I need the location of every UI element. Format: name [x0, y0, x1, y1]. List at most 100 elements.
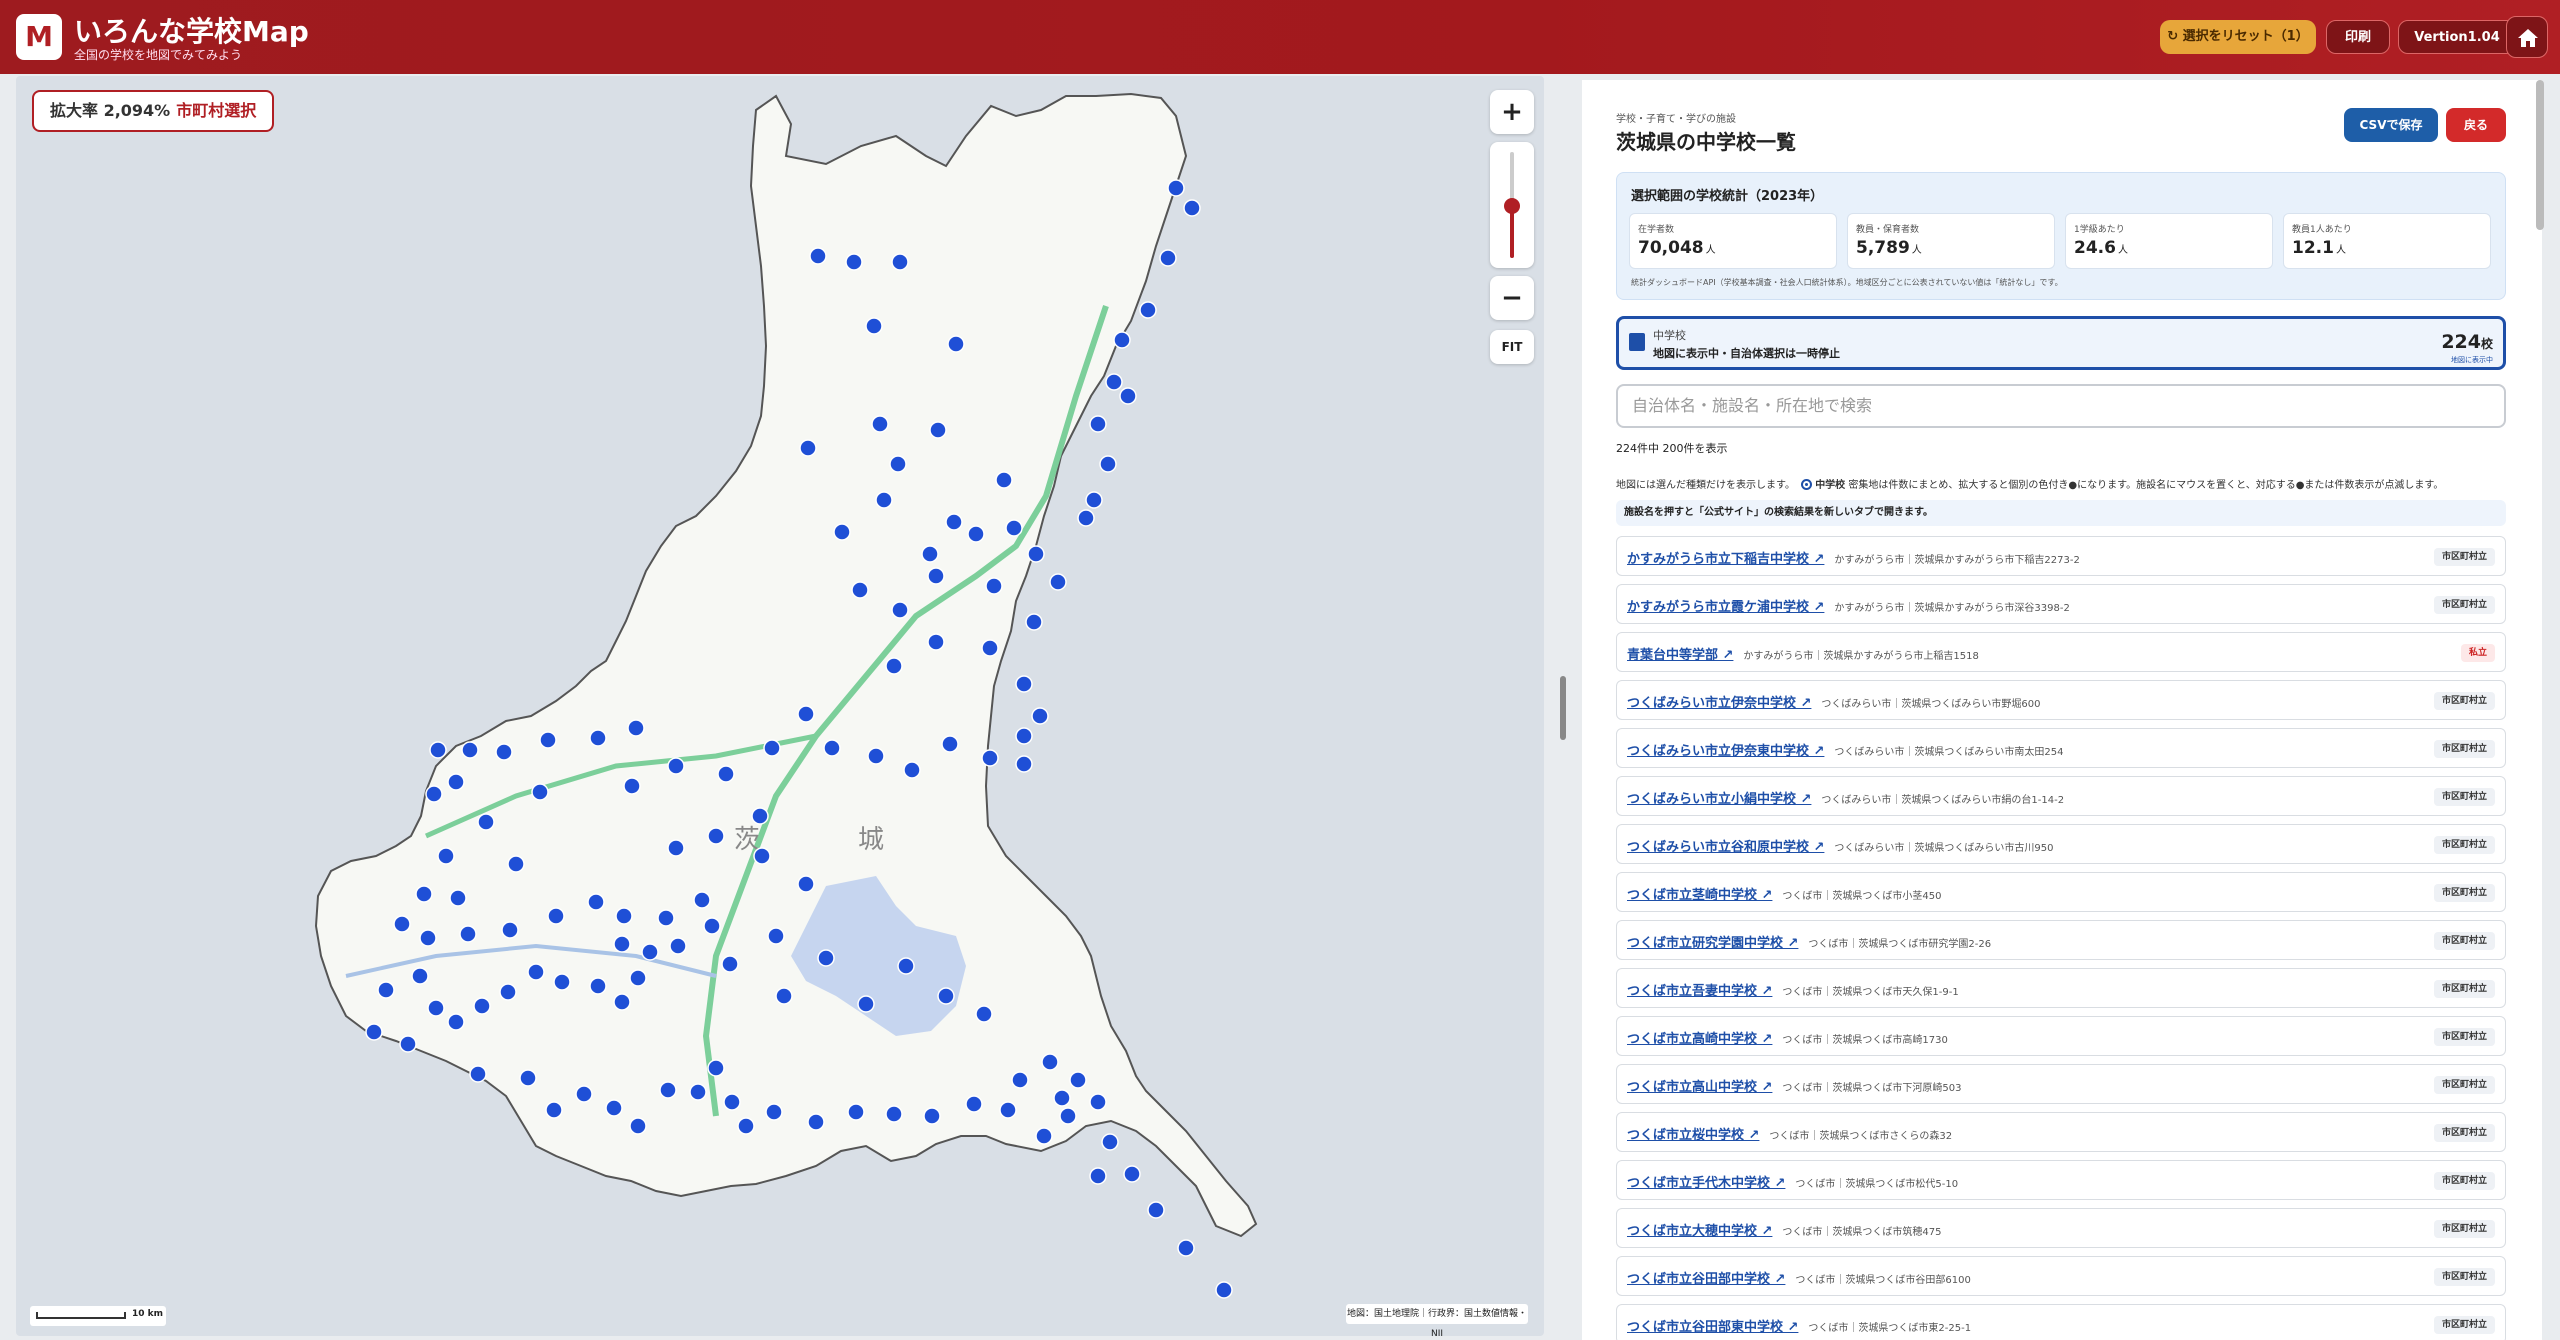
school-marker[interactable]	[469, 1065, 487, 1083]
list-item[interactable]: つくばみらい市立伊奈中学校 ↗ つくばみらい市｜茨城県つくばみらい市野堀600 市区…	[1616, 680, 2506, 720]
school-name-link[interactable]: つくば市立手代木中学校 ↗ つくば市｜茨城県つくば市松代5-10	[1627, 1172, 1958, 1191]
radio-icon[interactable]	[1801, 479, 1813, 490]
school-marker[interactable]	[659, 1081, 677, 1099]
school-marker[interactable]	[721, 955, 739, 973]
school-marker[interactable]	[897, 957, 915, 975]
school-marker[interactable]	[763, 739, 781, 757]
school-marker[interactable]	[519, 1069, 537, 1087]
school-name-link[interactable]: つくばみらい市立伊奈東中学校 ↗ つくばみらい市｜茨城県つくばみらい市南太田254	[1627, 740, 2064, 759]
school-marker[interactable]	[623, 777, 641, 795]
app-logo[interactable]: M	[16, 14, 62, 60]
school-marker[interactable]	[767, 927, 785, 945]
list-item[interactable]: つくば市立大穂中学校 ↗ つくば市｜茨城県つくば市筑穂475 市区町村立	[1616, 1208, 2506, 1248]
school-name-link[interactable]: つくば市立吾妻中学校 ↗ つくば市｜茨城県つくば市天久保1-9-1	[1627, 980, 1959, 999]
school-marker[interactable]	[947, 335, 965, 353]
school-marker[interactable]	[851, 581, 869, 599]
school-name-link[interactable]: つくば市立谷田部中学校 ↗ つくば市｜茨城県つくば市谷田部6100	[1627, 1268, 1971, 1287]
school-marker[interactable]	[981, 639, 999, 657]
scrollbar[interactable]	[2536, 80, 2544, 230]
school-marker[interactable]	[857, 995, 875, 1013]
school-marker[interactable]	[937, 987, 955, 1005]
school-name-link[interactable]: つくばみらい市立伊奈中学校 ↗ つくばみらい市｜茨城県つくばみらい市野堀600	[1627, 692, 2041, 711]
school-marker[interactable]	[377, 981, 395, 999]
school-marker[interactable]	[823, 739, 841, 757]
list-item[interactable]: つくば市立桜中学校 ↗ つくば市｜茨城県つくば市さくらの森32 市区町村立	[1616, 1112, 2506, 1152]
school-marker[interactable]	[1089, 415, 1107, 433]
school-marker[interactable]	[1183, 199, 1201, 217]
school-marker[interactable]	[865, 317, 883, 335]
school-marker[interactable]	[429, 741, 447, 759]
school-marker[interactable]	[765, 1103, 783, 1121]
school-marker[interactable]	[527, 963, 545, 981]
school-marker[interactable]	[799, 439, 817, 457]
list-item[interactable]: つくばみらい市立伊奈東中学校 ↗ つくばみらい市｜茨城県つくばみらい市南太田254…	[1616, 728, 2506, 768]
school-marker[interactable]	[1015, 727, 1033, 745]
school-marker[interactable]	[1177, 1239, 1195, 1257]
school-name-link[interactable]: つくば市立谷田部東中学校 ↗ つくば市｜茨城県つくば市東2-25-1	[1627, 1316, 1971, 1335]
school-marker[interactable]	[419, 929, 437, 947]
school-marker[interactable]	[1077, 509, 1095, 527]
school-marker[interactable]	[965, 1095, 983, 1113]
school-marker[interactable]	[927, 633, 945, 651]
school-marker[interactable]	[885, 657, 903, 675]
list-item[interactable]: かすみがうら市立下稲吉中学校 ↗ かすみがうら市｜茨城県かすみがうら市下稲吉227…	[1616, 536, 2506, 576]
prefecture-shape[interactable]	[314, 92, 1258, 1238]
school-marker[interactable]	[1027, 545, 1045, 563]
school-marker[interactable]	[531, 783, 549, 801]
back-button[interactable]: 戻る	[2446, 108, 2506, 142]
school-marker[interactable]	[1005, 519, 1023, 537]
fit-button[interactable]: FIT	[1490, 330, 1534, 364]
search-input[interactable]: 自治体名・施設名・所在地で検索	[1616, 384, 2506, 428]
school-marker[interactable]	[1167, 179, 1185, 197]
school-marker[interactable]	[737, 1117, 755, 1135]
school-marker[interactable]	[723, 1093, 741, 1111]
csv-save-button[interactable]: CSVで保存	[2344, 108, 2438, 142]
school-marker[interactable]	[1139, 301, 1157, 319]
school-marker[interactable]	[1105, 373, 1123, 391]
school-name-link[interactable]: つくば市立研究学園中学校 ↗ つくば市｜茨城県つくば市研究学園2-26	[1627, 932, 1991, 951]
school-name-link[interactable]: つくばみらい市立小絹中学校 ↗ つくばみらい市｜茨城県つくばみらい市絹の台1-14…	[1627, 788, 2064, 807]
school-marker[interactable]	[1069, 1071, 1087, 1089]
school-marker[interactable]	[995, 471, 1013, 489]
school-marker[interactable]	[499, 983, 517, 1001]
school-marker[interactable]	[613, 935, 631, 953]
school-marker[interactable]	[1119, 387, 1137, 405]
school-marker[interactable]	[657, 909, 675, 927]
school-marker[interactable]	[775, 987, 793, 1005]
list-item[interactable]: つくば市立谷田部東中学校 ↗ つくば市｜茨城県つくば市東2-25-1 市区町村立	[1616, 1304, 2506, 1340]
school-marker[interactable]	[1215, 1281, 1233, 1299]
list-item[interactable]: つくば市立高崎中学校 ↗ つくば市｜茨城県つくば市高崎1730 市区町村立	[1616, 1016, 2506, 1056]
school-marker[interactable]	[589, 977, 607, 995]
school-marker[interactable]	[923, 1107, 941, 1125]
school-marker[interactable]	[1011, 1071, 1029, 1089]
school-marker[interactable]	[477, 813, 495, 831]
school-marker[interactable]	[415, 885, 433, 903]
school-marker[interactable]	[459, 925, 477, 943]
school-marker[interactable]	[447, 773, 465, 791]
school-marker[interactable]	[1041, 1053, 1059, 1071]
zoom-slider[interactable]	[1490, 142, 1534, 268]
school-name-link[interactable]: 青葉台中等学部 ↗ かすみがうら市｜茨城県かすみがうら市上稲吉1518	[1627, 644, 1979, 663]
school-marker[interactable]	[807, 1113, 825, 1131]
list-item[interactable]: かすみがうら市立霞ケ浦中学校 ↗ かすみがうら市｜茨城県かすみがうら市深谷3398…	[1616, 584, 2506, 624]
school-marker[interactable]	[1059, 1107, 1077, 1125]
school-marker[interactable]	[1085, 491, 1103, 509]
school-marker[interactable]	[501, 921, 519, 939]
school-marker[interactable]	[667, 839, 685, 857]
school-marker[interactable]	[707, 827, 725, 845]
school-marker[interactable]	[1049, 573, 1067, 591]
school-marker[interactable]	[495, 743, 513, 761]
school-marker[interactable]	[707, 1059, 725, 1077]
school-marker[interactable]	[545, 1101, 563, 1119]
school-marker[interactable]	[867, 747, 885, 765]
school-marker[interactable]	[1113, 331, 1131, 349]
school-marker[interactable]	[1015, 755, 1033, 773]
school-marker[interactable]	[751, 807, 769, 825]
school-name-link[interactable]: かすみがうら市立霞ケ浦中学校 ↗ かすみがうら市｜茨城県かすみがうら市深谷3398…	[1627, 596, 2070, 615]
school-name-link[interactable]: つくば市立茎崎中学校 ↗ つくば市｜茨城県つくば市小茎450	[1627, 884, 1942, 903]
school-name-link[interactable]: つくばみらい市立谷和原中学校 ↗ つくばみらい市｜茨城県つくばみらい市古川950	[1627, 836, 2054, 855]
school-marker[interactable]	[891, 601, 909, 619]
school-type-card[interactable]: 中学校 地図に表示中・自治体選択は一時停止 224校 地図に表示中	[1616, 316, 2506, 370]
school-marker[interactable]	[809, 247, 827, 265]
zoom-slider-handle[interactable]	[1504, 198, 1520, 214]
